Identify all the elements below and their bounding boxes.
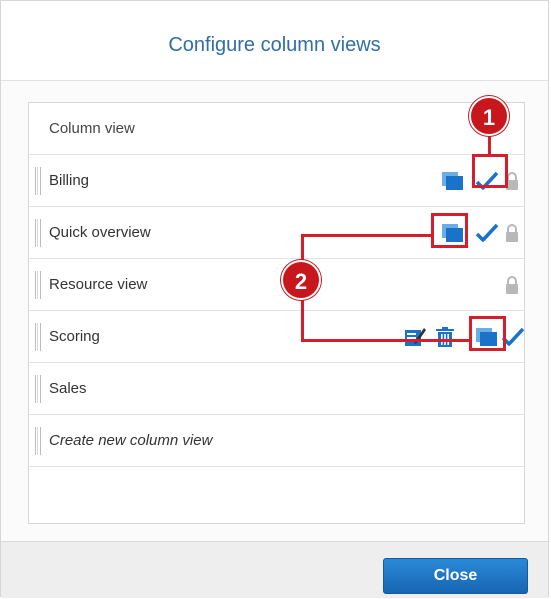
callout-connector-line xyxy=(301,339,470,342)
create-new-column-view-input[interactable]: Create new column view xyxy=(49,432,212,449)
dialog-footer: Close xyxy=(1,541,548,598)
callout-connector-line xyxy=(488,135,491,155)
dialog-header: Configure column views xyxy=(1,1,548,81)
column-view-row-sales[interactable]: Sales xyxy=(29,363,524,415)
column-view-label[interactable]: Scoring xyxy=(49,328,100,345)
column-view-row-resource-view[interactable]: Resource view xyxy=(29,259,524,311)
close-button[interactable]: Close xyxy=(383,558,528,594)
column-view-label[interactable]: Billing xyxy=(49,172,89,189)
column-views-table: Column view Billing Quick overview Resou… xyxy=(28,102,525,524)
callout-highlight-box xyxy=(431,213,468,248)
column-view-header: Column view xyxy=(49,120,135,137)
callout-badge-1: 1 xyxy=(469,96,509,136)
edit-icon[interactable] xyxy=(403,325,427,349)
lock-icon xyxy=(500,221,524,245)
drag-handle[interactable] xyxy=(35,167,41,195)
drag-handle[interactable] xyxy=(35,323,41,351)
callout-highlight-box xyxy=(469,316,506,351)
callout-connector-line xyxy=(301,234,432,237)
lock-icon xyxy=(500,273,524,297)
checkmark-icon[interactable] xyxy=(475,221,499,245)
drag-handle[interactable] xyxy=(35,219,41,247)
drag-handle[interactable] xyxy=(35,271,41,299)
callout-highlight-box xyxy=(472,154,508,188)
column-view-label[interactable]: Sales xyxy=(49,380,87,397)
table-header-row: Column view xyxy=(29,103,524,155)
create-new-column-view-row[interactable]: Create new column view xyxy=(29,415,524,467)
drag-handle xyxy=(35,427,41,455)
column-view-label[interactable]: Resource view xyxy=(49,276,147,293)
column-view-row-billing[interactable]: Billing xyxy=(29,155,524,207)
dialog-body: Column view Billing Quick overview Resou… xyxy=(1,81,548,541)
copy-icon[interactable] xyxy=(441,169,465,193)
drag-handle[interactable] xyxy=(35,375,41,403)
configure-column-views-dialog: Configure column views Column view Billi… xyxy=(0,0,549,598)
trash-icon[interactable] xyxy=(433,325,457,349)
column-view-label[interactable]: Quick overview xyxy=(49,224,151,241)
callout-badge-2: 2 xyxy=(281,260,321,300)
dialog-title: Configure column views xyxy=(168,34,381,56)
column-view-row-scoring[interactable]: Scoring xyxy=(29,311,525,363)
